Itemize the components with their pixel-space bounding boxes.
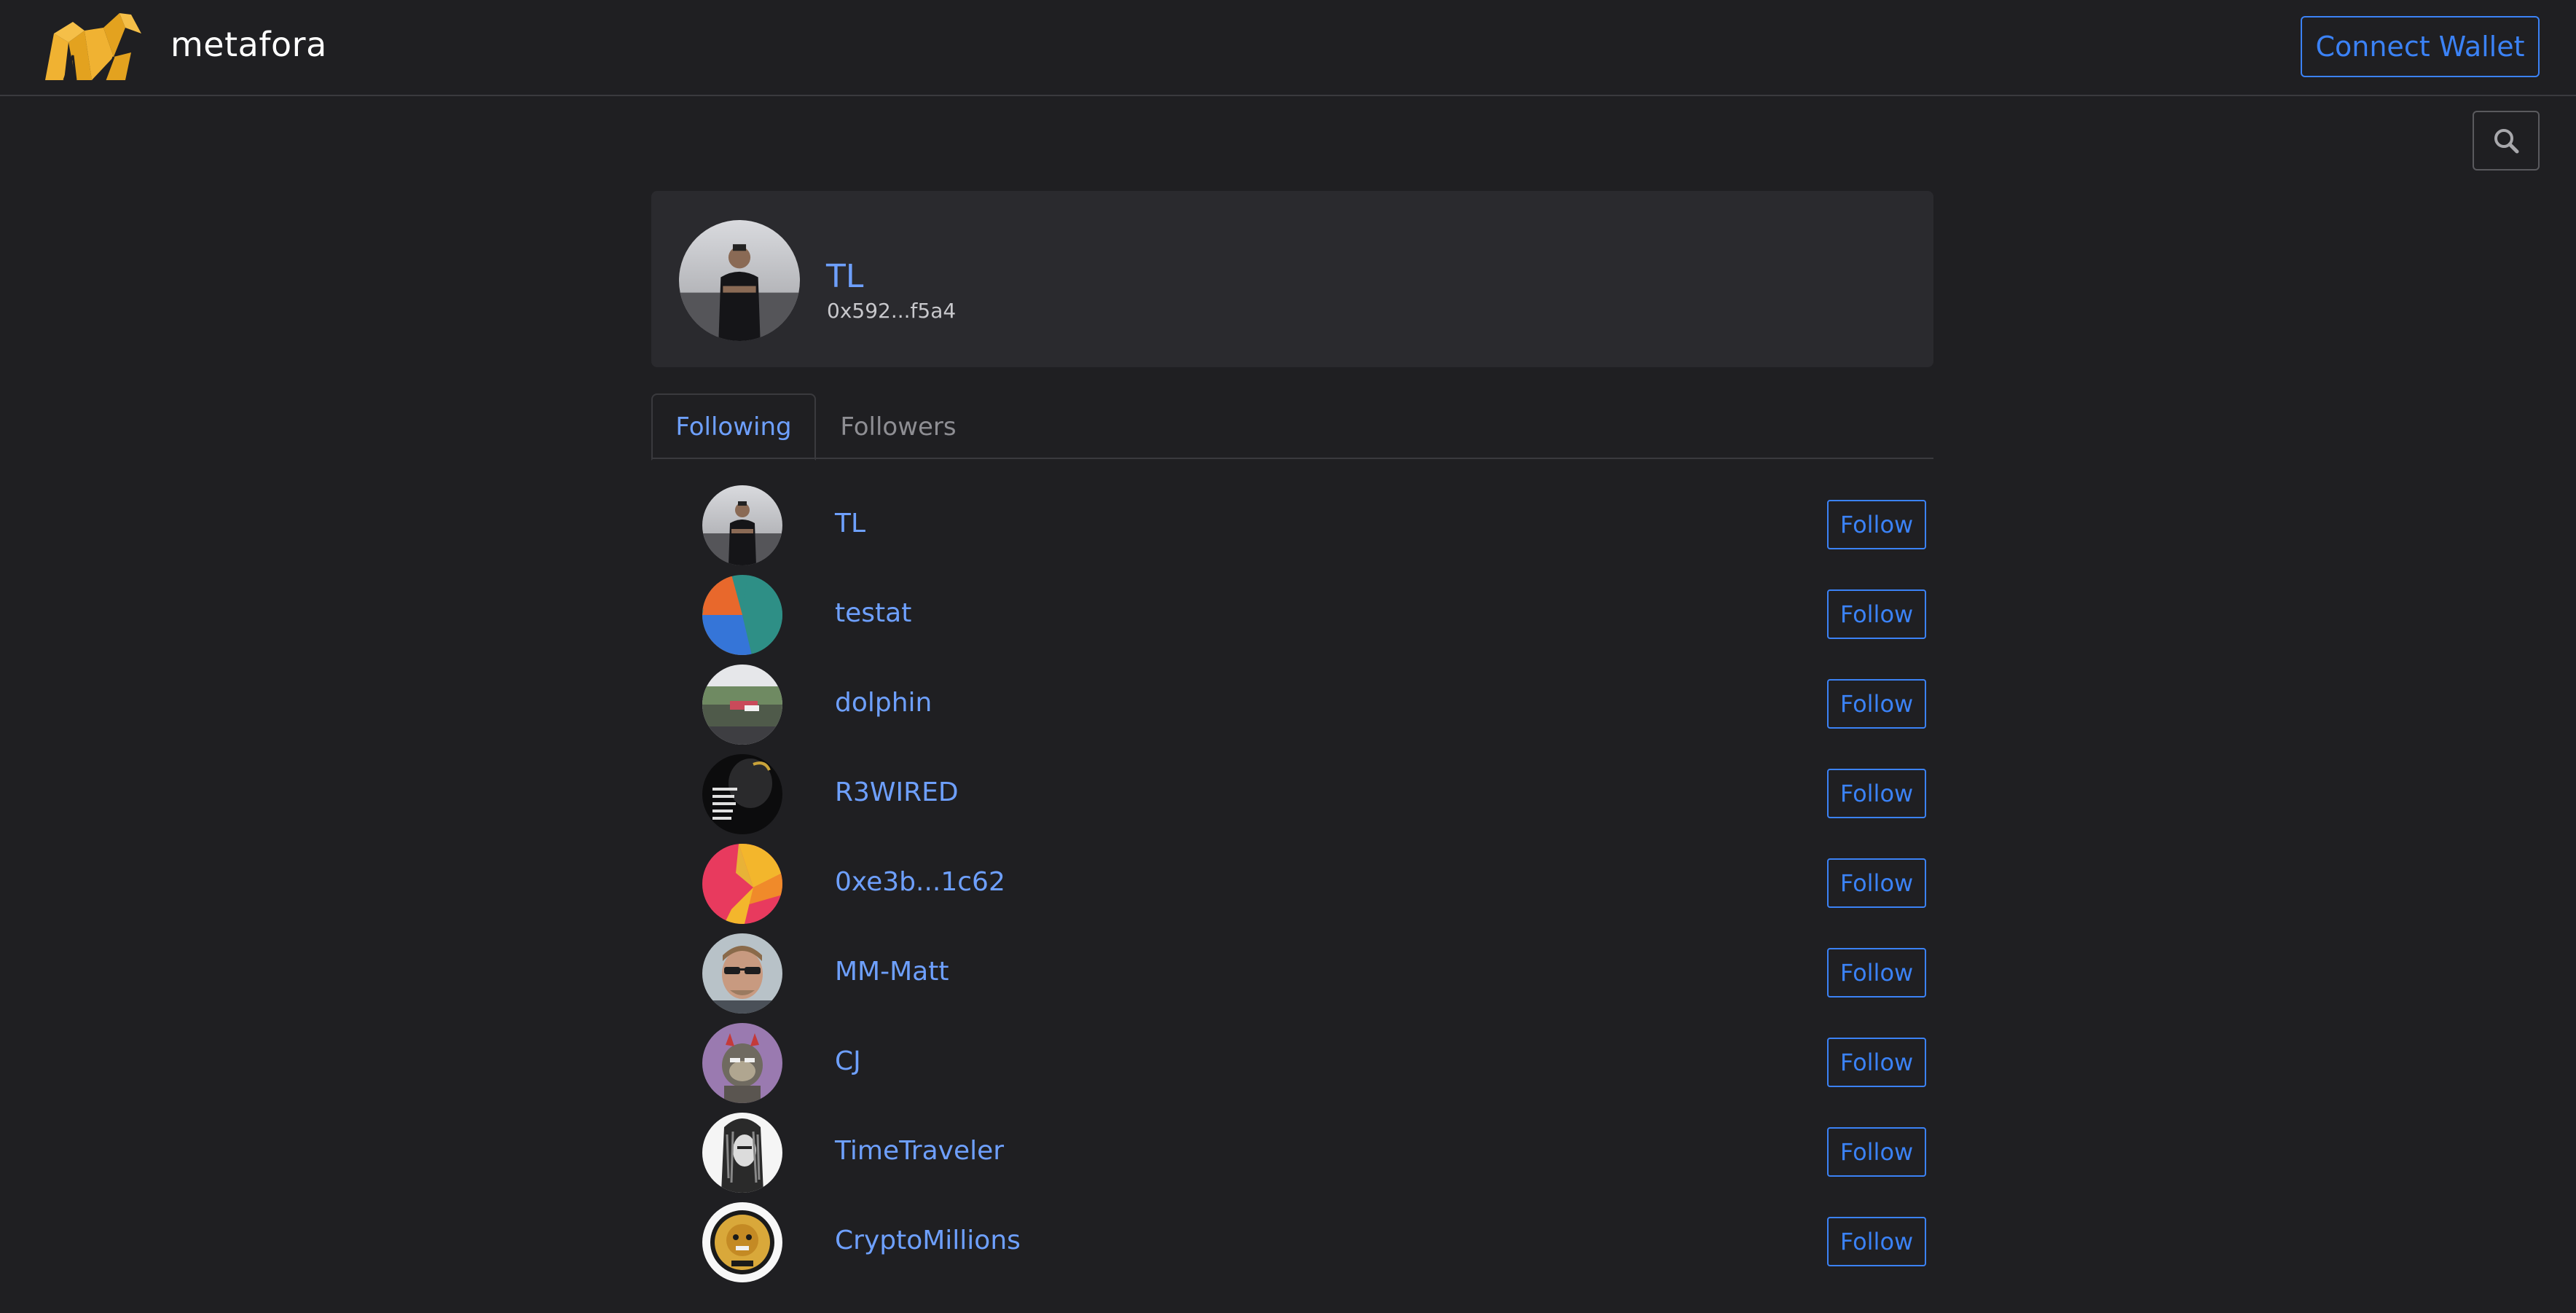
profile-card: TL 0x592...f5a4 xyxy=(651,191,1933,367)
follow-button[interactable]: Follow xyxy=(1827,589,1926,639)
list-item: TimeTraveler Follow xyxy=(651,1111,1933,1201)
metafora-logo-icon[interactable] xyxy=(44,12,143,82)
user-name[interactable]: R3WIRED xyxy=(835,777,959,807)
follow-button[interactable]: Follow xyxy=(1827,948,1926,998)
user-name[interactable]: CJ xyxy=(835,1046,861,1076)
top-navbar: metafora Connect Wallet xyxy=(0,0,2576,96)
user-avatar[interactable] xyxy=(702,1202,782,1282)
profile-name: TL xyxy=(826,258,864,295)
user-name[interactable]: TL xyxy=(835,509,865,538)
follow-button[interactable]: Follow xyxy=(1827,1038,1926,1087)
list-item: TL Follow xyxy=(651,484,1933,573)
follow-button[interactable]: Follow xyxy=(1827,769,1926,818)
user-avatar[interactable] xyxy=(702,1023,782,1103)
user-avatar[interactable] xyxy=(702,844,782,924)
follow-button[interactable]: Follow xyxy=(1827,1127,1926,1177)
list-item: MM-Matt Follow xyxy=(651,932,1933,1022)
wallet-address: 0x592...f5a4 xyxy=(827,299,957,323)
search-icon xyxy=(2494,129,2519,154)
list-item: CJ Follow xyxy=(651,1022,1933,1111)
user-name[interactable]: MM-Matt xyxy=(835,957,949,987)
user-name[interactable]: CryptoMillions xyxy=(835,1226,1021,1255)
list-item: CryptoMillions Follow xyxy=(651,1201,1933,1290)
user-name[interactable]: TimeTraveler xyxy=(835,1136,1004,1166)
tab-followers[interactable]: Followers xyxy=(816,393,981,460)
user-name[interactable]: testat xyxy=(835,598,911,628)
connect-wallet-button[interactable]: Connect Wallet xyxy=(2301,16,2540,77)
brand-name[interactable]: metafora xyxy=(170,25,327,64)
follow-button[interactable]: Follow xyxy=(1827,1217,1926,1266)
follow-button[interactable]: Follow xyxy=(1827,679,1926,729)
search-button[interactable] xyxy=(2473,111,2540,171)
profile-tabs: Following Followers xyxy=(651,393,1933,460)
list-item: 0xe3b...1c62 Follow xyxy=(651,842,1933,932)
user-avatar[interactable] xyxy=(702,754,782,834)
profile-avatar xyxy=(679,220,800,341)
list-item: testat Follow xyxy=(651,573,1933,663)
user-name[interactable]: 0xe3b...1c62 xyxy=(835,867,1005,897)
list-item: R3WIRED Follow xyxy=(651,753,1933,842)
user-avatar[interactable] xyxy=(702,575,782,655)
list-item: dolphin Follow xyxy=(651,663,1933,753)
tab-following[interactable]: Following xyxy=(651,393,816,460)
follow-button[interactable]: Follow xyxy=(1827,500,1926,549)
follow-button[interactable]: Follow xyxy=(1827,858,1926,908)
user-avatar[interactable] xyxy=(702,933,782,1014)
user-avatar[interactable] xyxy=(702,1113,782,1193)
user-avatar[interactable] xyxy=(702,485,782,565)
user-avatar[interactable] xyxy=(702,665,782,745)
user-name[interactable]: dolphin xyxy=(835,688,932,718)
